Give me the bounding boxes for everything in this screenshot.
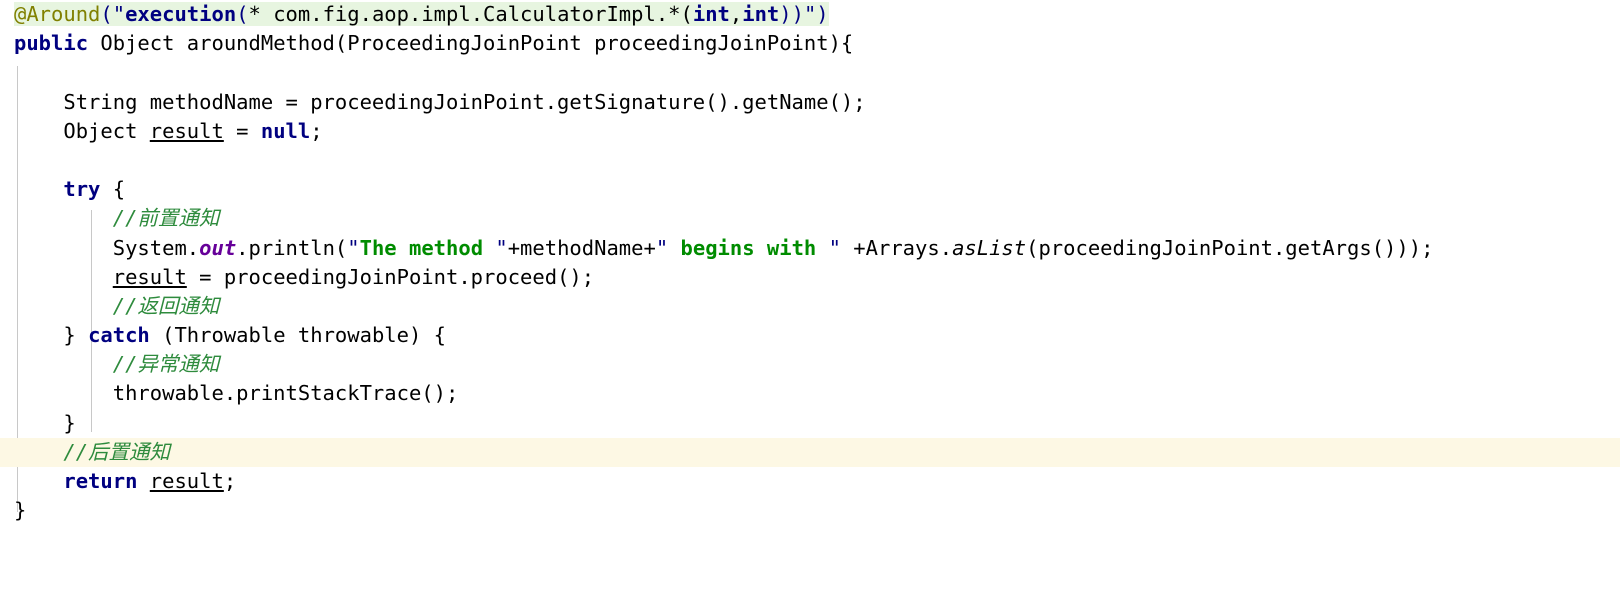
code-token-annotation: @Around [14, 2, 101, 26]
code-token-keyword: catch [88, 323, 150, 348]
code-token-plain: * com.fig.aop.impl.CalculatorImpl.*( [248, 2, 693, 26]
code-line[interactable]: //后置通知 [0, 437, 1620, 467]
code-token-plain: } [14, 323, 89, 348]
code-token-comment: //后置通知 [63, 439, 171, 464]
code-line-text: @Around("execution(* com.fig.aop.impl.Ca… [14, 2, 829, 26]
code-line-text: System.out.println("The method "+methodN… [14, 235, 1434, 260]
code-line[interactable] [0, 58, 1620, 87]
code-token-field: result [149, 469, 224, 493]
code-token-punct-blue: " [828, 235, 841, 260]
code-line-text: try { [14, 177, 125, 201]
code-line[interactable]: } [0, 409, 1620, 438]
code-token-string: begins with [668, 235, 829, 260]
code-line-text: return result; [14, 469, 236, 493]
code-token-keyword: int [742, 2, 780, 26]
code-token-comment: //返回通知 [112, 293, 220, 318]
code-line[interactable]: //前置通知 [0, 204, 1620, 233]
code-token-punct-blue: (" [100, 2, 126, 26]
code-token-plain: +methodName+ [507, 235, 656, 260]
code-line[interactable]: //异常通知 [0, 350, 1620, 379]
code-line[interactable]: //返回通知 [0, 292, 1620, 321]
code-token-keyword: int [692, 2, 730, 26]
code-line-text: public Object aroundMethod(ProceedingJoi… [14, 31, 853, 55]
code-line-text: String methodName = proceedingJoinPoint.… [14, 89, 866, 114]
code-line-text: Object result = null; [14, 118, 323, 143]
code-line-text: } catch (Throwable throwable) { [14, 323, 446, 347]
code-token-comment: //前置通知 [112, 206, 220, 231]
code-token-plain: throwable.printStackTrace(); [14, 381, 459, 406]
code-token-plain: = [223, 118, 261, 143]
code-token-plain: Object aroundMethod(ProceedingJoinPoint … [88, 31, 854, 56]
code-token-punct-blue: " [347, 235, 360, 260]
code-token-plain: ; [310, 118, 323, 143]
code-token-string: The method [359, 235, 496, 260]
code-token-plain: { [100, 177, 126, 202]
code-token-field: result [149, 118, 224, 143]
code-token-plain: Object [14, 118, 150, 143]
code-token-static: out [199, 235, 237, 260]
code-token-plain: ; [223, 469, 237, 493]
code-line-text: //异常通知 [14, 352, 220, 377]
code-token-plain: } [14, 410, 76, 435]
code-line[interactable] [0, 146, 1620, 175]
code-line[interactable]: @Around("execution(* com.fig.aop.impl.Ca… [0, 0, 1620, 29]
code-line-text: } [14, 498, 26, 522]
code-line[interactable]: System.out.println("The method "+methodN… [0, 234, 1620, 263]
code-token-punct-blue: " [495, 235, 508, 260]
code-token-plain: System. [14, 235, 200, 260]
code-line-text: //前置通知 [14, 206, 220, 231]
code-token-punct-blue: ))") [779, 2, 829, 26]
code-token-keyword: return [63, 469, 138, 493]
code-token-punct-blue: " [655, 235, 669, 260]
code-token-plain: +Arrays. [840, 235, 953, 260]
code-token-keyword: null [260, 118, 311, 143]
code-token-keyword: try [63, 177, 101, 202]
code-token-plain: (Throwable throwable) { [149, 323, 446, 348]
code-line-text: } [14, 410, 76, 435]
code-line-text: //后置通知 [14, 440, 170, 464]
code-line[interactable]: String methodName = proceedingJoinPoint.… [0, 88, 1620, 117]
code-token-field: result [112, 264, 187, 289]
code-line[interactable]: Object result = null; [0, 117, 1620, 146]
code-token-plain: String methodName = proceedingJoinPoint.… [14, 89, 866, 114]
code-line[interactable]: try { [0, 175, 1620, 204]
code-token-plain: .println( [236, 235, 348, 260]
code-line[interactable]: result = proceedingJoinPoint.proceed(); [0, 263, 1620, 292]
code-line[interactable]: } catch (Throwable throwable) { [0, 321, 1620, 350]
code-line[interactable]: return result; [0, 467, 1620, 496]
code-token-plain: = proceedingJoinPoint.proceed(); [186, 264, 595, 289]
code-content[interactable]: @Around("execution(* com.fig.aop.impl.Ca… [0, 0, 1620, 525]
code-token-keyword: public [14, 31, 89, 56]
code-line-text: throwable.printStackTrace(); [14, 381, 459, 406]
code-token-comment: //异常通知 [112, 352, 220, 377]
code-line[interactable]: public Object aroundMethod(ProceedingJoi… [0, 29, 1620, 58]
code-token-punct-blue: ( [236, 2, 249, 26]
code-line[interactable]: throwable.printStackTrace(); [0, 379, 1620, 408]
code-editor-surface[interactable]: @Around("execution(* com.fig.aop.impl.Ca… [0, 0, 1620, 594]
code-line[interactable]: } [0, 496, 1620, 525]
code-token-plain: (proceedingJoinPoint.getArgs())); [1026, 235, 1434, 260]
code-token-method-it: asList [952, 235, 1027, 260]
code-token-plain: } [14, 498, 27, 523]
code-line-text: //返回通知 [14, 293, 220, 318]
code-token-keyword: execution [125, 2, 237, 26]
code-line-text: result = proceedingJoinPoint.proceed(); [14, 265, 594, 289]
code-token-plain: , [729, 2, 743, 26]
